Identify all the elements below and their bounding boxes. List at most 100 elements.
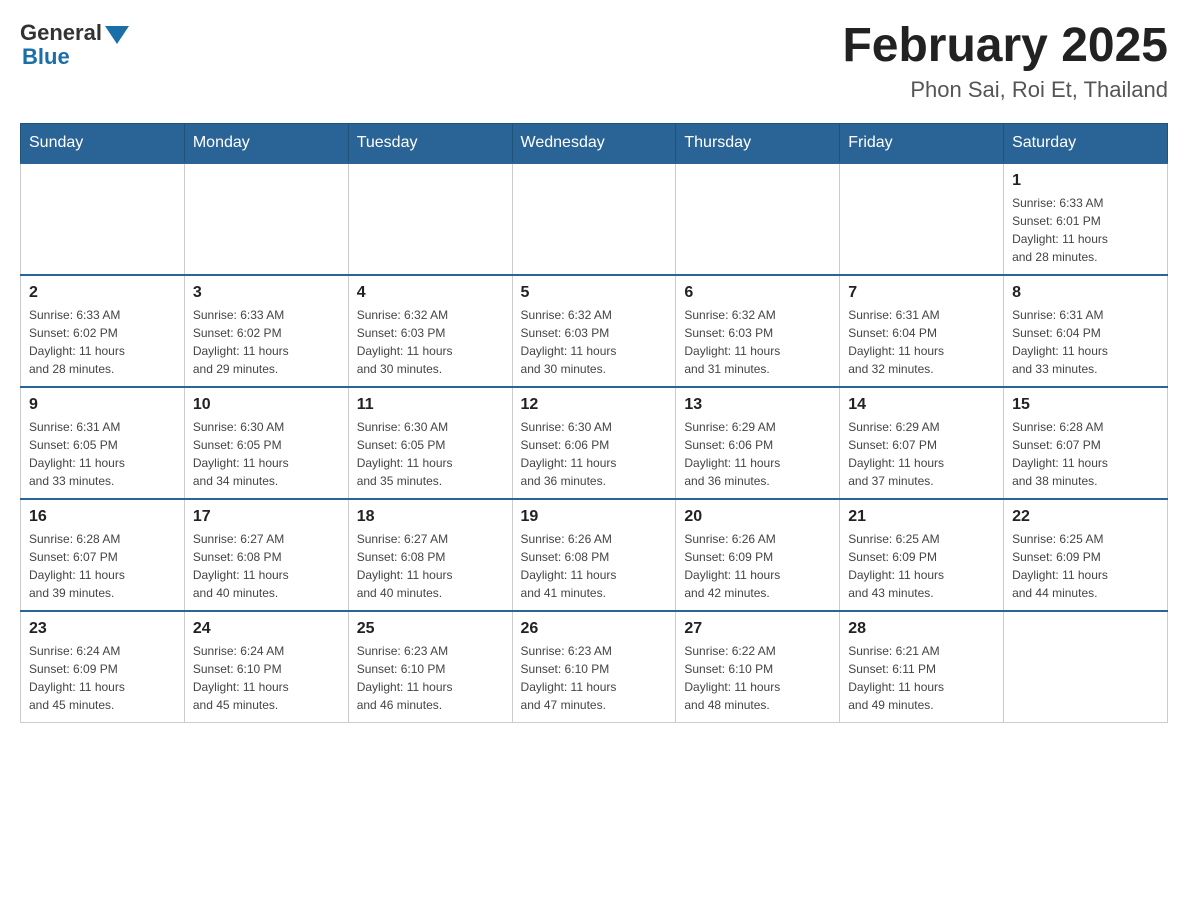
day-number: 20	[684, 508, 831, 526]
day-number: 17	[193, 508, 340, 526]
day-info: Sunrise: 6:33 AM Sunset: 6:01 PM Dayligh…	[1012, 194, 1159, 266]
week-row-4: 16 Sunrise: 6:28 AM Sunset: 6:07 PM Dayli…	[21, 499, 1168, 611]
week-row-1: 1Sunrise: 6:33 AM Sunset: 6:01 PM Daylig…	[21, 163, 1168, 275]
day-number: 7	[848, 284, 995, 302]
day-number: 16	[29, 508, 176, 526]
day-info: Sunrise: 6:31 AM Sunset: 6:04 PM Dayligh…	[848, 306, 995, 378]
calendar-cell: 5 Sunrise: 6:32 AM Sunset: 6:03 PM Daylig…	[512, 275, 676, 387]
day-info: Sunrise: 6:30 AM Sunset: 6:06 PM Dayligh…	[521, 418, 668, 490]
day-info: Sunrise: 6:26 AM Sunset: 6:08 PM Dayligh…	[521, 530, 668, 602]
day-number: 6	[684, 284, 831, 302]
week-row-3: 9 Sunrise: 6:31 AM Sunset: 6:05 PM Daylig…	[21, 387, 1168, 499]
day-number: 23	[29, 620, 176, 638]
day-info: Sunrise: 6:29 AM Sunset: 6:06 PM Dayligh…	[684, 418, 831, 490]
day-header-saturday: Saturday	[1004, 123, 1168, 163]
week-row-5: 23 Sunrise: 6:24 AM Sunset: 6:09 PM Dayli…	[21, 611, 1168, 723]
logo-arrow-icon	[105, 26, 129, 44]
calendar-cell: 1Sunrise: 6:33 AM Sunset: 6:01 PM Daylig…	[1004, 163, 1168, 275]
day-info: Sunrise: 6:31 AM Sunset: 6:04 PM Dayligh…	[1012, 306, 1159, 378]
day-number: 12	[521, 396, 668, 414]
day-number: 24	[193, 620, 340, 638]
day-header-monday: Monday	[184, 123, 348, 163]
calendar-cell: 13 Sunrise: 6:29 AM Sunset: 6:06 PM Dayli…	[676, 387, 840, 499]
calendar-cell	[184, 163, 348, 275]
calendar-cell	[21, 163, 185, 275]
calendar-table: SundayMondayTuesdayWednesdayThursdayFrid…	[20, 123, 1168, 723]
calendar-cell: 12 Sunrise: 6:30 AM Sunset: 6:06 PM Dayli…	[512, 387, 676, 499]
day-number: 8	[1012, 284, 1159, 302]
day-number: 15	[1012, 396, 1159, 414]
calendar-cell	[840, 163, 1004, 275]
calendar-cell: 24 Sunrise: 6:24 AM Sunset: 6:10 PM Dayli…	[184, 611, 348, 723]
day-info: Sunrise: 6:29 AM Sunset: 6:07 PM Dayligh…	[848, 418, 995, 490]
day-info: Sunrise: 6:24 AM Sunset: 6:10 PM Dayligh…	[193, 642, 340, 714]
calendar-cell: 18 Sunrise: 6:27 AM Sunset: 6:08 PM Dayli…	[348, 499, 512, 611]
day-info: Sunrise: 6:25 AM Sunset: 6:09 PM Dayligh…	[848, 530, 995, 602]
day-info: Sunrise: 6:25 AM Sunset: 6:09 PM Dayligh…	[1012, 530, 1159, 602]
calendar-cell: 26 Sunrise: 6:23 AM Sunset: 6:10 PM Dayli…	[512, 611, 676, 723]
day-info: Sunrise: 6:28 AM Sunset: 6:07 PM Dayligh…	[29, 530, 176, 602]
day-info: Sunrise: 6:32 AM Sunset: 6:03 PM Dayligh…	[357, 306, 504, 378]
month-title: February 2025	[842, 20, 1168, 73]
calendar-cell: 2 Sunrise: 6:33 AM Sunset: 6:02 PM Daylig…	[21, 275, 185, 387]
day-number: 18	[357, 508, 504, 526]
day-info: Sunrise: 6:21 AM Sunset: 6:11 PM Dayligh…	[848, 642, 995, 714]
day-number: 21	[848, 508, 995, 526]
day-number: 2	[29, 284, 176, 302]
day-number: 9	[29, 396, 176, 414]
day-header-wednesday: Wednesday	[512, 123, 676, 163]
day-number: 5	[521, 284, 668, 302]
calendar-cell	[348, 163, 512, 275]
day-number: 26	[521, 620, 668, 638]
day-number: 13	[684, 396, 831, 414]
calendar-cell: 20Sunrise: 6:26 AM Sunset: 6:09 PM Dayli…	[676, 499, 840, 611]
day-number: 28	[848, 620, 995, 638]
logo-blue-text: Blue	[22, 44, 70, 70]
calendar-cell: 15 Sunrise: 6:28 AM Sunset: 6:07 PM Dayli…	[1004, 387, 1168, 499]
day-info: Sunrise: 6:31 AM Sunset: 6:05 PM Dayligh…	[29, 418, 176, 490]
day-info: Sunrise: 6:27 AM Sunset: 6:08 PM Dayligh…	[193, 530, 340, 602]
calendar-cell: 11Sunrise: 6:30 AM Sunset: 6:05 PM Dayli…	[348, 387, 512, 499]
calendar-cell	[512, 163, 676, 275]
calendar-cell: 3Sunrise: 6:33 AM Sunset: 6:02 PM Daylig…	[184, 275, 348, 387]
calendar-cell: 7 Sunrise: 6:31 AM Sunset: 6:04 PM Daylig…	[840, 275, 1004, 387]
day-number: 11	[357, 396, 504, 414]
day-header-sunday: Sunday	[21, 123, 185, 163]
calendar-cell: 9 Sunrise: 6:31 AM Sunset: 6:05 PM Daylig…	[21, 387, 185, 499]
calendar-cell: 17 Sunrise: 6:27 AM Sunset: 6:08 PM Dayli…	[184, 499, 348, 611]
calendar-cell: 8 Sunrise: 6:31 AM Sunset: 6:04 PM Daylig…	[1004, 275, 1168, 387]
day-header-tuesday: Tuesday	[348, 123, 512, 163]
day-info: Sunrise: 6:30 AM Sunset: 6:05 PM Dayligh…	[193, 418, 340, 490]
day-info: Sunrise: 6:33 AM Sunset: 6:02 PM Dayligh…	[29, 306, 176, 378]
logo-general-text: General	[20, 20, 102, 46]
day-number: 25	[357, 620, 504, 638]
calendar-cell: 21 Sunrise: 6:25 AM Sunset: 6:09 PM Dayli…	[840, 499, 1004, 611]
day-info: Sunrise: 6:23 AM Sunset: 6:10 PM Dayligh…	[357, 642, 504, 714]
logo: General Blue	[20, 20, 129, 70]
day-info: Sunrise: 6:22 AM Sunset: 6:10 PM Dayligh…	[684, 642, 831, 714]
day-number: 4	[357, 284, 504, 302]
day-number: 3	[193, 284, 340, 302]
day-info: Sunrise: 6:32 AM Sunset: 6:03 PM Dayligh…	[684, 306, 831, 378]
week-row-2: 2 Sunrise: 6:33 AM Sunset: 6:02 PM Daylig…	[21, 275, 1168, 387]
calendar-cell: 23 Sunrise: 6:24 AM Sunset: 6:09 PM Dayli…	[21, 611, 185, 723]
day-number: 22	[1012, 508, 1159, 526]
calendar-cell: 22 Sunrise: 6:25 AM Sunset: 6:09 PM Dayli…	[1004, 499, 1168, 611]
calendar-cell	[1004, 611, 1168, 723]
day-number: 27	[684, 620, 831, 638]
calendar-cell: 6 Sunrise: 6:32 AM Sunset: 6:03 PM Daylig…	[676, 275, 840, 387]
day-info: Sunrise: 6:27 AM Sunset: 6:08 PM Dayligh…	[357, 530, 504, 602]
calendar-cell	[676, 163, 840, 275]
calendar-cell: 14Sunrise: 6:29 AM Sunset: 6:07 PM Dayli…	[840, 387, 1004, 499]
day-info: Sunrise: 6:32 AM Sunset: 6:03 PM Dayligh…	[521, 306, 668, 378]
day-number: 10	[193, 396, 340, 414]
calendar-cell: 25 Sunrise: 6:23 AM Sunset: 6:10 PM Dayli…	[348, 611, 512, 723]
title-section: February 2025 Phon Sai, Roi Et, Thailand	[842, 20, 1168, 103]
calendar-header-row: SundayMondayTuesdayWednesdayThursdayFrid…	[21, 123, 1168, 163]
day-info: Sunrise: 6:28 AM Sunset: 6:07 PM Dayligh…	[1012, 418, 1159, 490]
day-header-thursday: Thursday	[676, 123, 840, 163]
day-info: Sunrise: 6:23 AM Sunset: 6:10 PM Dayligh…	[521, 642, 668, 714]
day-info: Sunrise: 6:24 AM Sunset: 6:09 PM Dayligh…	[29, 642, 176, 714]
day-header-friday: Friday	[840, 123, 1004, 163]
page-header: General Blue February 2025 Phon Sai, Roi…	[20, 20, 1168, 103]
